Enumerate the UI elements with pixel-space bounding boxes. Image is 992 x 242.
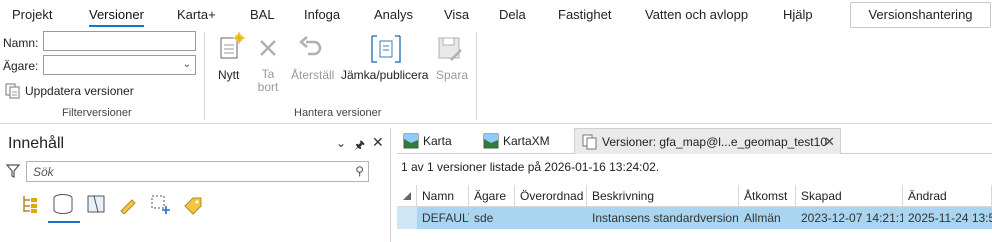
- doc-tab-label: KartaXM: [503, 134, 550, 148]
- sort-triangle-icon: [403, 192, 411, 200]
- delete-icon: [260, 40, 276, 56]
- doc-tab-label: Karta: [423, 134, 452, 148]
- list-by-snapping-icon[interactable]: [150, 194, 172, 216]
- tab-infoga[interactable]: Infoga: [304, 7, 340, 22]
- restore-version-label: Återställ: [291, 68, 335, 82]
- cell-modified[interactable]: 2025-11-24 13:53: [903, 207, 992, 229]
- tab-hjalp[interactable]: Hjälp: [783, 7, 813, 22]
- map-icon: [483, 133, 499, 149]
- owner-label: Ägare:: [3, 59, 39, 73]
- cell-created[interactable]: 2023-12-07 14:21:19: [796, 207, 903, 229]
- map-icon: [403, 133, 419, 149]
- column-header-access[interactable]: Åtkomst: [739, 185, 796, 207]
- versions-table: Namn Ägare Överordnad Beskrivning Åtkoms…: [397, 185, 992, 242]
- refresh-versions-button[interactable]: Uppdatera versioner: [5, 82, 155, 100]
- new-version-icon: [220, 32, 245, 59]
- doc-tab-label: Versioner: gfa_map@l...e_geomap_test10: [602, 135, 827, 149]
- column-header-modified[interactable]: Ändrad: [903, 185, 992, 207]
- new-version-button[interactable]: Nytt: [211, 32, 251, 94]
- new-version-label: Nytt: [218, 68, 240, 82]
- cell-name[interactable]: DEFAULT: [417, 207, 469, 229]
- reconcile-post-button[interactable]: Jämka/publicera: [340, 32, 430, 94]
- column-header-parent[interactable]: Överordnad: [515, 185, 587, 207]
- column-header-created[interactable]: Skapad: [796, 185, 903, 207]
- contents-pane: Innehåll ⌄ 🖈 ✕ Sök ⚲: [0, 128, 391, 242]
- save-version-label: Spara: [436, 68, 469, 82]
- save-version-button[interactable]: Spara: [433, 32, 469, 94]
- group-divider: [204, 32, 205, 120]
- tab-vatten-och-avlopp[interactable]: Vatten och avlopp: [645, 7, 748, 22]
- reconcile-post-icon: [371, 35, 401, 63]
- versions-icon: [582, 134, 597, 150]
- name-input[interactable]: [43, 31, 196, 51]
- tab-bal[interactable]: BAL: [250, 7, 275, 22]
- undo-icon: [299, 36, 322, 56]
- document-tab-bar: Karta KartaXM Versioner: gfa_map@l...e_g…: [397, 128, 992, 154]
- filter-icon[interactable]: [6, 164, 20, 178]
- tab-dela[interactable]: Dela: [499, 7, 526, 22]
- ribbon-panel: Namn: Ägare: ⌄ Uppdatera versioner Filte…: [0, 30, 992, 124]
- chevron-down-icon: ⌄: [182, 59, 191, 70]
- close-pane-icon[interactable]: ✕: [372, 134, 384, 151]
- header-sort-icon[interactable]: [397, 185, 417, 207]
- delete-version-button[interactable]: Ta bort: [253, 32, 283, 94]
- contents-search-input[interactable]: Sök ⚲: [26, 161, 369, 182]
- tab-projekt[interactable]: Projekt: [12, 7, 52, 22]
- versions-status-text: 1 av 1 versioner listade på 2026-01-16 1…: [401, 160, 660, 174]
- list-by-data-source-icon[interactable]: [52, 193, 74, 215]
- tab-fastighet[interactable]: Fastighet: [558, 7, 611, 22]
- cell-access[interactable]: Allmän: [739, 207, 796, 229]
- cell-description[interactable]: Instansens standardversion.: [587, 207, 739, 229]
- active-view-underline: [48, 221, 80, 223]
- search-icon[interactable]: ⚲: [355, 164, 364, 178]
- owner-dropdown[interactable]: ⌄: [43, 55, 196, 75]
- list-by-selection-icon[interactable]: [86, 194, 106, 214]
- delete-version-label: Ta bort: [257, 67, 279, 94]
- contents-pane-title: Innehåll: [8, 135, 65, 152]
- search-placeholder: Sök: [33, 165, 54, 179]
- column-header-owner[interactable]: Ägare: [469, 185, 515, 207]
- tab-analys[interactable]: Analys: [374, 7, 413, 22]
- pin-icon[interactable]: 🖈: [354, 136, 365, 157]
- group-divider: [476, 32, 477, 120]
- name-label: Namn:: [3, 36, 39, 50]
- column-header-name[interactable]: Namn: [417, 185, 469, 207]
- refresh-versions-label: Uppdatera versioner: [25, 84, 134, 98]
- column-header-description[interactable]: Beskrivning: [587, 185, 739, 207]
- doc-tab-versions[interactable]: Versioner: gfa_map@l...e_geomap_test10 ✕: [574, 128, 841, 154]
- ribbon-tab-bar: Projekt Versioner Karta+ BAL Infoga Anal…: [0, 0, 992, 30]
- list-by-labeling-icon[interactable]: [182, 194, 204, 216]
- doc-tab-kartaxm[interactable]: KartaXM: [481, 128, 571, 154]
- filter-group-label: Filterversioner: [62, 107, 132, 119]
- tab-karta-plus[interactable]: Karta+: [177, 7, 216, 22]
- list-by-drawing-order-icon[interactable]: [20, 194, 40, 214]
- version-manager-button[interactable]: Versionshantering: [850, 2, 991, 28]
- refresh-versions-icon: [5, 83, 20, 99]
- tab-visa[interactable]: Visa: [444, 7, 469, 22]
- pane-options-chevron-icon[interactable]: ⌄: [336, 136, 346, 150]
- restore-version-button[interactable]: Återställ: [288, 32, 334, 94]
- close-tab-icon[interactable]: ✕: [824, 129, 835, 155]
- list-by-editing-icon[interactable]: [118, 194, 138, 214]
- cell-parent[interactable]: [515, 207, 587, 229]
- row-selector[interactable]: [397, 207, 417, 229]
- tab-versioner[interactable]: Versioner: [89, 7, 144, 27]
- cell-owner[interactable]: sde: [469, 207, 515, 229]
- reconcile-post-label: Jämka/publicera: [341, 68, 429, 82]
- doc-tab-karta[interactable]: Karta: [401, 128, 475, 154]
- save-icon: [438, 37, 462, 61]
- manage-group-label: Hantera versioner: [294, 107, 382, 119]
